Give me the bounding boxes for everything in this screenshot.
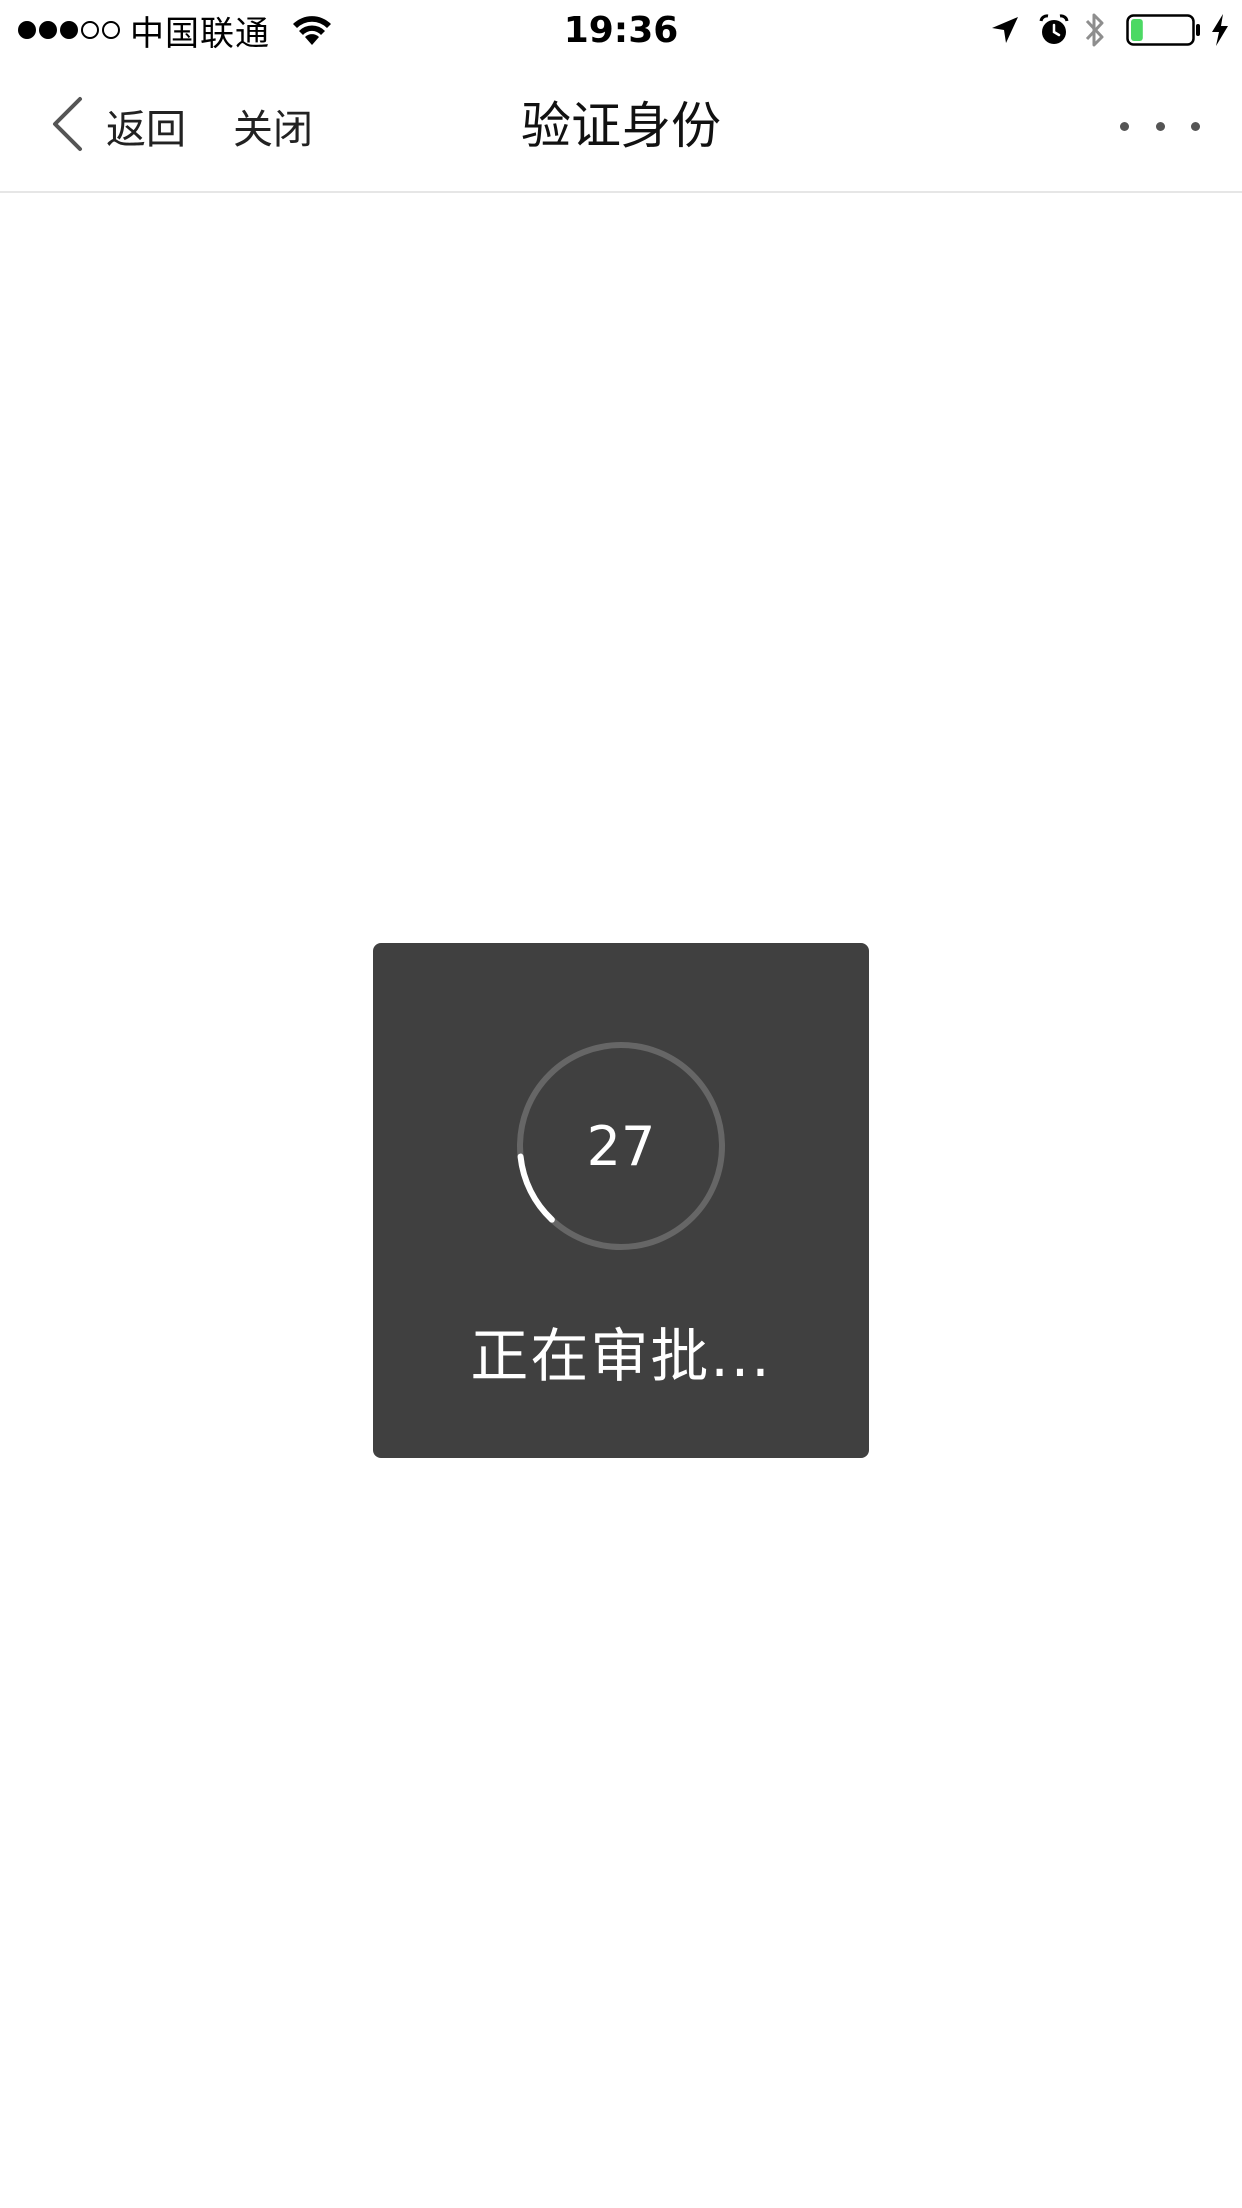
chevron-left-icon	[50, 96, 84, 156]
countdown-number: 27	[586, 1114, 656, 1178]
close-button[interactable]: 关闭	[233, 94, 313, 158]
carrier-name: 中国联通	[130, 13, 270, 54]
charging-bolt-icon	[1210, 0, 1230, 60]
status-bar: 中国联通 19:36	[0, 0, 1242, 60]
back-button[interactable]: 返回	[50, 94, 186, 158]
bluetooth-icon	[1083, 0, 1107, 60]
loading-toast: 27 正在审批...	[373, 943, 869, 1458]
location-arrow-icon	[990, 0, 1020, 60]
screen: 中国联通 19:36 返回 关闭 验证身份 27 正在审批...	[0, 0, 1242, 2208]
signal-strength-icon	[18, 0, 123, 60]
battery-icon	[1126, 0, 1202, 60]
navigation-bar: 返回 关闭 验证身份	[0, 60, 1242, 193]
wifi-icon	[292, 10, 332, 50]
back-label: 返回	[106, 107, 186, 153]
loading-message: 正在审批...	[470, 1322, 772, 1390]
alarm-icon	[1038, 0, 1070, 60]
ellipsis-icon	[1120, 121, 1129, 131]
more-button[interactable]	[1120, 100, 1200, 152]
page-title: 验证身份	[521, 97, 721, 155]
